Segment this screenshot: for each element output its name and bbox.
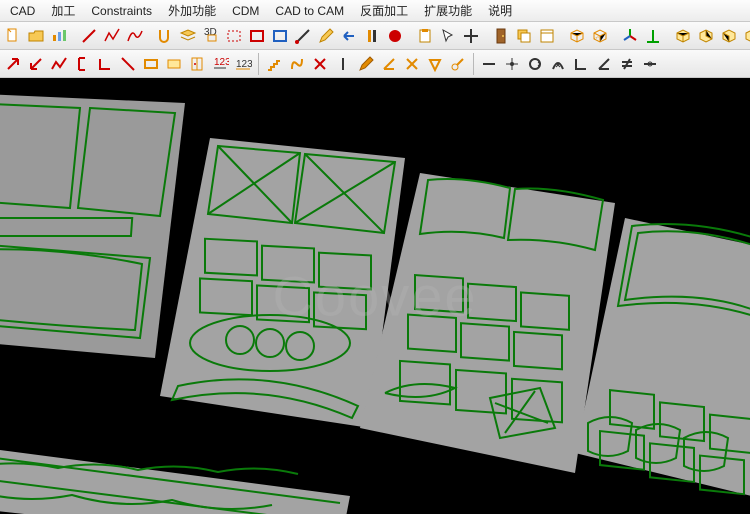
menu-help[interactable]: 说明 bbox=[480, 0, 520, 21]
folder-icon[interactable] bbox=[25, 25, 47, 47]
pencil2-icon[interactable] bbox=[355, 53, 377, 75]
angle-x-icon[interactable] bbox=[378, 53, 400, 75]
layer-icon[interactable] bbox=[177, 25, 199, 47]
toolbar-row-1: 3D bbox=[0, 22, 750, 50]
red-dot-icon[interactable] bbox=[384, 25, 406, 47]
svg-text:3D: 3D bbox=[204, 27, 217, 38]
corner-bl-icon[interactable] bbox=[570, 53, 592, 75]
menu-cdm[interactable]: CDM bbox=[224, 2, 267, 20]
menu-bar: CAD 加工 Constraints 外加功能 CDM CAD to CAM 反… bbox=[0, 0, 750, 22]
menu-constraints[interactable]: Constraints bbox=[83, 2, 160, 20]
layers-icon[interactable] bbox=[513, 25, 535, 47]
corner-icon[interactable] bbox=[94, 53, 116, 75]
menu-extensions[interactable]: 扩展功能 bbox=[416, 0, 480, 21]
line-c-icon[interactable] bbox=[639, 53, 661, 75]
chart-icon[interactable] bbox=[48, 25, 70, 47]
panel-1 bbox=[0, 93, 185, 358]
box-3d-icon[interactable]: 3D bbox=[200, 25, 222, 47]
rect-red-icon[interactable] bbox=[246, 25, 268, 47]
polyline-red-icon[interactable] bbox=[48, 53, 70, 75]
arrow-ne-icon[interactable] bbox=[2, 53, 24, 75]
bracket-icon[interactable] bbox=[71, 53, 93, 75]
cube-iso4-icon[interactable] bbox=[741, 25, 750, 47]
door-handle-icon[interactable] bbox=[186, 53, 208, 75]
door-icon[interactable] bbox=[490, 25, 512, 47]
panel-3 bbox=[360, 173, 615, 473]
cube-iso3-icon[interactable] bbox=[718, 25, 740, 47]
new-doc-icon[interactable] bbox=[2, 25, 24, 47]
arrow-sw-icon[interactable] bbox=[25, 53, 47, 75]
fan-icon[interactable] bbox=[424, 53, 446, 75]
angle-ne-icon[interactable] bbox=[593, 53, 615, 75]
menu-cad-to-cam[interactable]: CAD to CAM bbox=[267, 2, 352, 20]
menu-backside[interactable]: 反面加工 bbox=[352, 0, 416, 21]
hline-icon[interactable] bbox=[478, 53, 500, 75]
select-icon[interactable] bbox=[437, 25, 459, 47]
stairs-icon[interactable] bbox=[263, 53, 285, 75]
pencil-icon[interactable] bbox=[315, 25, 337, 47]
line-angle-icon[interactable] bbox=[292, 25, 314, 47]
rect-dashed-icon[interactable] bbox=[223, 25, 245, 47]
clipboard-icon[interactable] bbox=[414, 25, 436, 47]
svg-text:123: 123 bbox=[236, 59, 252, 70]
diag-x-icon[interactable] bbox=[401, 53, 423, 75]
probe-icon[interactable] bbox=[447, 53, 469, 75]
toolbar-row-2: 123 123 bbox=[0, 50, 750, 78]
s-curve-icon[interactable] bbox=[286, 53, 308, 75]
menu-machining[interactable]: 加工 bbox=[43, 0, 83, 21]
u-shape-icon[interactable] bbox=[154, 25, 176, 47]
cross-icon[interactable] bbox=[309, 53, 331, 75]
cube-wire-icon[interactable] bbox=[589, 25, 611, 47]
arrow-left-icon[interactable] bbox=[338, 25, 360, 47]
window-icon[interactable] bbox=[536, 25, 558, 47]
cube-left-icon[interactable] bbox=[566, 25, 588, 47]
polyline-icon[interactable] bbox=[101, 25, 123, 47]
panel-5 bbox=[0, 446, 350, 514]
cube-iso1-icon[interactable] bbox=[672, 25, 694, 47]
not-equal-icon[interactable] bbox=[616, 53, 638, 75]
panel-2 bbox=[160, 138, 405, 428]
pan-icon[interactable] bbox=[460, 25, 482, 47]
curve-icon[interactable] bbox=[124, 25, 146, 47]
axis-green-icon[interactable] bbox=[642, 25, 664, 47]
toggle-icon[interactable] bbox=[361, 25, 383, 47]
rect-orange2-icon[interactable] bbox=[163, 53, 185, 75]
rect-blue-icon[interactable] bbox=[269, 25, 291, 47]
cad-scene bbox=[0, 78, 750, 514]
line-icon[interactable] bbox=[78, 25, 100, 47]
vline-icon[interactable] bbox=[332, 53, 354, 75]
diagonal-icon[interactable] bbox=[117, 53, 139, 75]
rect-orange-icon[interactable] bbox=[140, 53, 162, 75]
dimension2-icon[interactable]: 123 bbox=[232, 53, 254, 75]
dot-cross-icon[interactable] bbox=[501, 53, 523, 75]
dimension-icon[interactable]: 123 bbox=[209, 53, 231, 75]
arc-x-icon[interactable] bbox=[547, 53, 569, 75]
viewport-3d[interactable]: Coovee bbox=[0, 78, 750, 514]
menu-cad[interactable]: CAD bbox=[2, 2, 43, 20]
loop-icon[interactable] bbox=[524, 53, 546, 75]
menu-addons[interactable]: 外加功能 bbox=[160, 0, 224, 21]
svg-text:123: 123 bbox=[214, 57, 229, 68]
axis-xyz-icon[interactable] bbox=[619, 25, 641, 47]
cube-iso2-icon[interactable] bbox=[695, 25, 717, 47]
